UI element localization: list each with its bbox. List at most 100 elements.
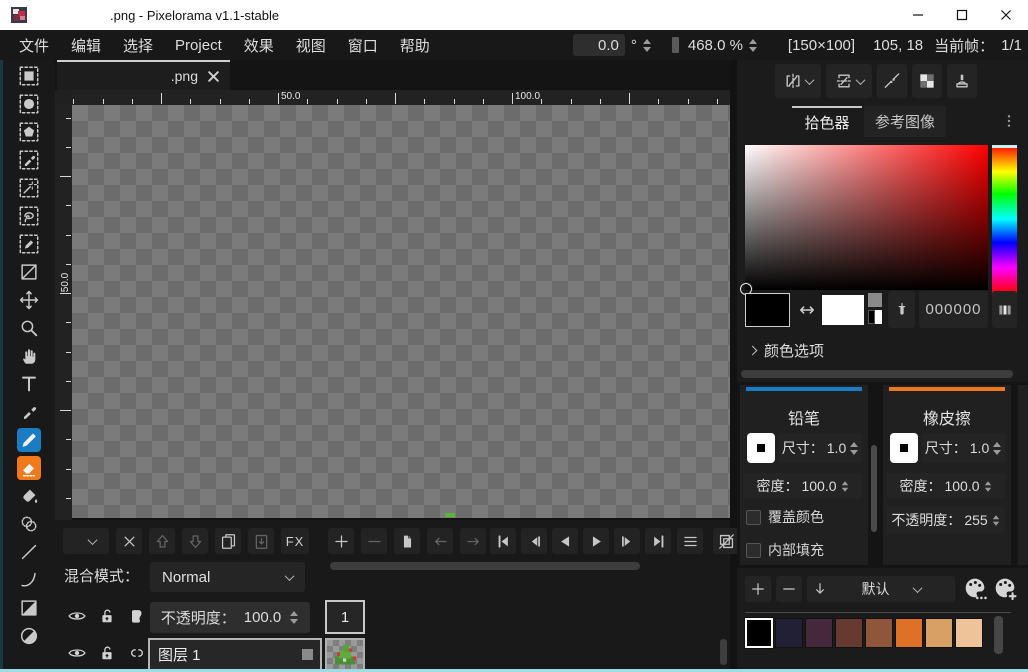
tool-zoom[interactable] (3, 314, 55, 342)
tool-polygon-select[interactable] (3, 118, 55, 146)
add-color-button[interactable] (745, 576, 771, 602)
hex-color-input[interactable]: 000000 (919, 291, 988, 328)
eraser-size-spinbox[interactable]: 尺寸： 1.0 (922, 433, 1005, 463)
chain-broken-icon[interactable] (125, 642, 149, 664)
tool-ellipse[interactable] (3, 622, 55, 650)
color-mode-button[interactable] (992, 291, 1017, 328)
maximize-button[interactable] (940, 0, 984, 30)
layer-opacity-spinbox[interactable]: 不透明度： 100.0 (150, 602, 310, 633)
blend-mode-dropdown[interactable]: Normal (150, 562, 305, 592)
palette-swatch[interactable] (865, 618, 893, 648)
pencil-size-spinbox[interactable]: 尺寸： 1.0 (779, 433, 862, 463)
clone-frame-button[interactable] (394, 528, 420, 554)
new-palette-icon[interactable] (991, 573, 1019, 603)
tool-shading[interactable] (3, 510, 55, 538)
lock-open-icon[interactable] (95, 642, 119, 664)
layer-expand-handle[interactable] (302, 649, 313, 660)
edit-palette-icon[interactable] (961, 573, 989, 603)
menu-item-Project[interactable]: Project (164, 30, 233, 60)
tool-text[interactable] (3, 370, 55, 398)
checkbox-icon[interactable] (746, 543, 761, 558)
default-colors-button[interactable] (868, 293, 883, 327)
move-layer-down-button[interactable] (182, 528, 208, 554)
close-button[interactable] (984, 0, 1028, 30)
play-forward-button[interactable] (583, 528, 609, 554)
tool-bucket[interactable] (3, 482, 55, 510)
tab-close-icon[interactable] (207, 70, 220, 83)
mirror-y-button[interactable] (826, 64, 872, 98)
palette-swatch[interactable] (925, 618, 953, 648)
move-frame-left-button[interactable] (427, 528, 453, 554)
zoom-value[interactable]: 468.0 % (688, 37, 743, 54)
menu-item-选择[interactable]: 选择 (112, 30, 164, 60)
add-layer-button[interactable] (63, 528, 109, 554)
remove-frame-button[interactable] (361, 528, 387, 554)
mirror-x-button[interactable] (775, 64, 821, 98)
tool-rectangle[interactable] (3, 594, 55, 622)
stamp-button[interactable] (947, 64, 977, 98)
saturation-value-picker[interactable] (745, 145, 988, 290)
pencil-density-spinner[interactable] (841, 480, 849, 492)
move-frame-right-button[interactable] (460, 528, 486, 554)
tool-magic-wand[interactable] (3, 174, 55, 202)
pencil-density-spinbox[interactable]: 密度： 100.0 (744, 473, 862, 499)
menu-item-编辑[interactable]: 编辑 (60, 30, 112, 60)
primary-color-swatch[interactable] (745, 293, 790, 327)
add-frame-button[interactable] (328, 528, 354, 554)
delete-layer-button[interactable] (116, 528, 142, 554)
eraser-size-spinner[interactable] (992, 441, 1002, 456)
palette-swatch[interactable] (895, 618, 923, 648)
tool-move[interactable] (3, 286, 55, 314)
cel-icon[interactable] (125, 605, 149, 627)
rotation-input[interactable]: 0.0 (573, 34, 625, 56)
fill-inside-checkbox-row[interactable]: 内部填充 (746, 540, 824, 560)
right-panel-horizontal-scrollbar[interactable] (741, 370, 1013, 378)
lock-open-icon[interactable] (95, 605, 119, 627)
layers-vertical-scrollbar[interactable] (720, 639, 727, 665)
tool-lasso[interactable] (3, 202, 55, 230)
move-layer-up-button[interactable] (149, 528, 175, 554)
merge-layer-down-button[interactable] (248, 528, 274, 554)
palette-swatch[interactable] (745, 618, 773, 648)
play-backwards-button[interactable] (552, 528, 578, 554)
tool-line[interactable] (3, 538, 55, 566)
tool-eraser[interactable] (3, 454, 55, 482)
rotation-spinner[interactable] (642, 38, 652, 53)
tool-ellipse-select[interactable] (3, 90, 55, 118)
pencil-brush-button[interactable] (747, 433, 775, 463)
menu-item-窗口[interactable]: 窗口 (337, 30, 389, 60)
menu-item-视图[interactable]: 视图 (285, 30, 337, 60)
tile-mode-button[interactable] (912, 64, 942, 98)
palette-swatch[interactable] (955, 618, 983, 648)
palette-dropdown[interactable]: 默认 (827, 576, 955, 602)
tool-crop[interactable] (3, 258, 55, 286)
palette-swatch[interactable] (835, 618, 863, 648)
color-options-expander[interactable]: 颜色选项 (749, 340, 824, 361)
checkbox-icon[interactable] (746, 510, 761, 525)
pencil-panel-scrollbar[interactable] (871, 445, 877, 532)
remove-color-button[interactable] (776, 576, 802, 602)
secondary-color-swatch[interactable] (822, 295, 864, 325)
clone-layer-button[interactable] (215, 528, 241, 554)
swap-colors-icon[interactable] (794, 300, 820, 320)
eraser-density-spinner[interactable] (984, 480, 992, 492)
document-tab[interactable]: .png (57, 60, 230, 90)
eye-icon[interactable] (65, 642, 89, 664)
overwrite-color-checkbox-row[interactable]: 覆盖颜色 (746, 507, 824, 527)
menu-item-帮助[interactable]: 帮助 (389, 30, 441, 60)
tool-color-picker[interactable] (3, 398, 55, 426)
palette-swatch[interactable] (775, 618, 803, 648)
palette-swatch[interactable] (805, 618, 833, 648)
palette-vertical-scrollbar[interactable] (994, 616, 1003, 654)
tool-pan[interactable] (3, 342, 55, 370)
zoom-slider-handle[interactable] (672, 37, 679, 53)
minimize-button[interactable] (896, 0, 940, 30)
eraser-density-spinbox[interactable]: 密度： 100.0 (887, 473, 1005, 499)
previous-frame-button[interactable] (521, 528, 547, 554)
tool-curve[interactable] (3, 566, 55, 594)
eye-icon[interactable] (65, 605, 89, 627)
cel-thumbnail[interactable] (325, 638, 365, 671)
next-frame-button[interactable] (614, 528, 640, 554)
kebab-menu-icon[interactable] (1001, 109, 1017, 133)
eraser-opacity-spinbox[interactable]: 不透明度： 255 (887, 507, 1005, 533)
